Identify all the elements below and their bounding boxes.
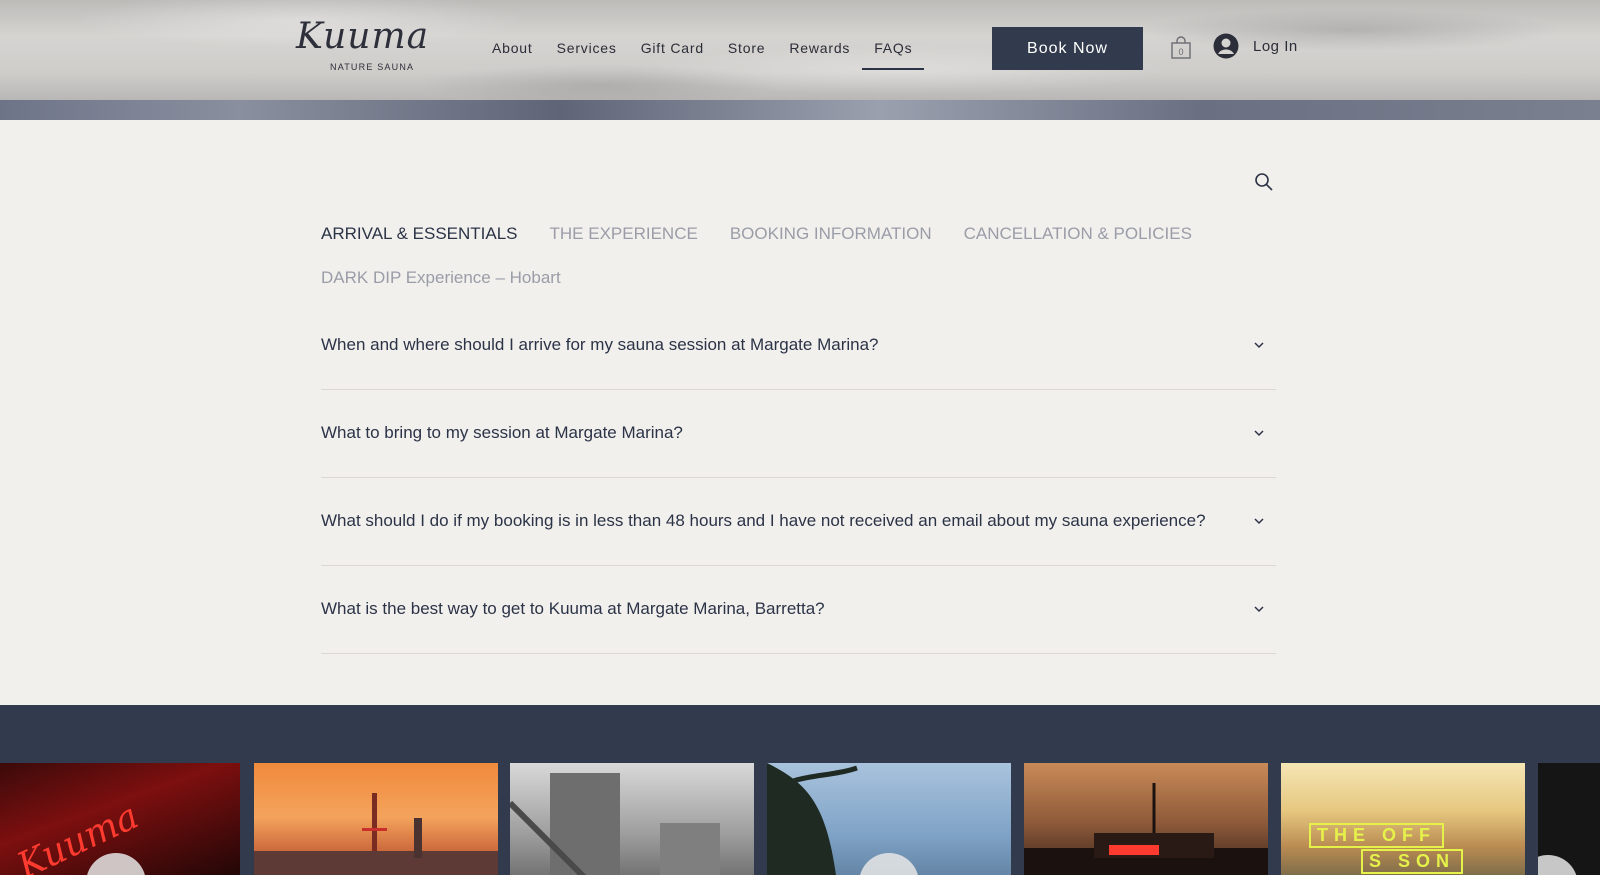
- gallery-next-button[interactable]: [1538, 855, 1578, 875]
- gallery-image-neon-sign[interactable]: Kuuma: [0, 763, 240, 875]
- sauna-boat-silhouette: [1024, 783, 1268, 875]
- nav-item-store[interactable]: Store: [716, 30, 777, 70]
- faq-question: What to bring to my session at Margate M…: [321, 423, 683, 442]
- tab-booking-information[interactable]: BOOKING INFORMATION: [730, 224, 932, 244]
- book-now-button[interactable]: Book Now: [992, 27, 1143, 70]
- faq-item[interactable]: What to bring to my session at Margate M…: [321, 390, 1276, 478]
- tab-arrival-essentials[interactable]: ARRIVAL & ESSENTIALS: [321, 224, 518, 244]
- gallery-band: Kuuma THE OFF S SON: [0, 705, 1600, 875]
- faq-search-button[interactable]: [1254, 172, 1274, 192]
- main-nav: About Services Gift Card Store Rewards F…: [480, 30, 925, 70]
- nav-item-faqs[interactable]: FAQs: [862, 30, 925, 70]
- faq-question: What should I do if my booking is in les…: [321, 511, 1206, 530]
- faq-category-title: DARK DIP Experience – Hobart: [321, 268, 561, 287]
- nav-item-rewards[interactable]: Rewards: [777, 30, 862, 70]
- faq-item[interactable]: What is the best way to get to Kuuma at …: [321, 566, 1276, 654]
- gallery-image-coastal-tree[interactable]: [767, 763, 1011, 875]
- gallery-image-sunset-harbour[interactable]: [254, 763, 498, 875]
- promo-text-line2: S SON: [1361, 849, 1464, 874]
- faq-item[interactable]: What should I do if my booking is in les…: [321, 478, 1276, 566]
- cart-count: 0: [1178, 47, 1183, 57]
- login-button[interactable]: Log In: [1213, 33, 1298, 59]
- promo-text-line1: THE OFF: [1309, 823, 1444, 848]
- gallery-image-off-season[interactable]: THE OFF S SON: [1281, 763, 1525, 875]
- user-avatar-icon: [1213, 33, 1239, 59]
- chevron-down-icon: [1254, 342, 1264, 349]
- logo-subtitle: NATURE SAUNA: [330, 62, 415, 72]
- gallery-image-city-building[interactable]: [510, 763, 754, 875]
- harbour-silhouette: [254, 793, 498, 875]
- chevron-down-icon: [1254, 430, 1264, 437]
- header-image-strip: [0, 100, 1600, 120]
- building-silhouette: [510, 773, 720, 875]
- gallery-image-sauna-boat[interactable]: [1024, 763, 1268, 875]
- nav-item-services[interactable]: Services: [545, 30, 629, 70]
- tab-cancellation-policies[interactable]: CANCELLATION & POLICIES: [964, 224, 1192, 244]
- shopping-bag-icon: 0: [1171, 36, 1191, 59]
- gallery-play-button[interactable]: [86, 853, 146, 875]
- kuuma-logo[interactable]: Kuuma NATURE SAUNA: [296, 16, 436, 76]
- nav-item-about[interactable]: About: [480, 30, 545, 70]
- cart-button[interactable]: 0: [1170, 36, 1192, 60]
- search-icon: [1255, 173, 1273, 191]
- faq-question: When and where should I arrive for my sa…: [321, 335, 879, 354]
- chevron-down-icon: [1254, 518, 1264, 525]
- nav-item-gift-card[interactable]: Gift Card: [629, 30, 716, 70]
- tab-the-experience[interactable]: THE EXPERIENCE: [550, 224, 698, 244]
- chevron-down-icon: [1254, 606, 1264, 613]
- gallery-image-partial[interactable]: [1538, 763, 1600, 875]
- faq-question: What is the best way to get to Kuuma at …: [321, 599, 825, 618]
- logo-wordmark: Kuuma: [296, 16, 430, 57]
- faq-category-tabs: ARRIVAL & ESSENTIALS THE EXPERIENCE BOOK…: [321, 224, 1224, 244]
- faq-list: When and where should I arrive for my sa…: [321, 302, 1276, 654]
- site-header: Kuuma NATURE SAUNA About Services Gift C…: [0, 0, 1600, 120]
- faq-item[interactable]: When and where should I arrive for my sa…: [321, 302, 1276, 390]
- login-label: Log In: [1253, 37, 1298, 55]
